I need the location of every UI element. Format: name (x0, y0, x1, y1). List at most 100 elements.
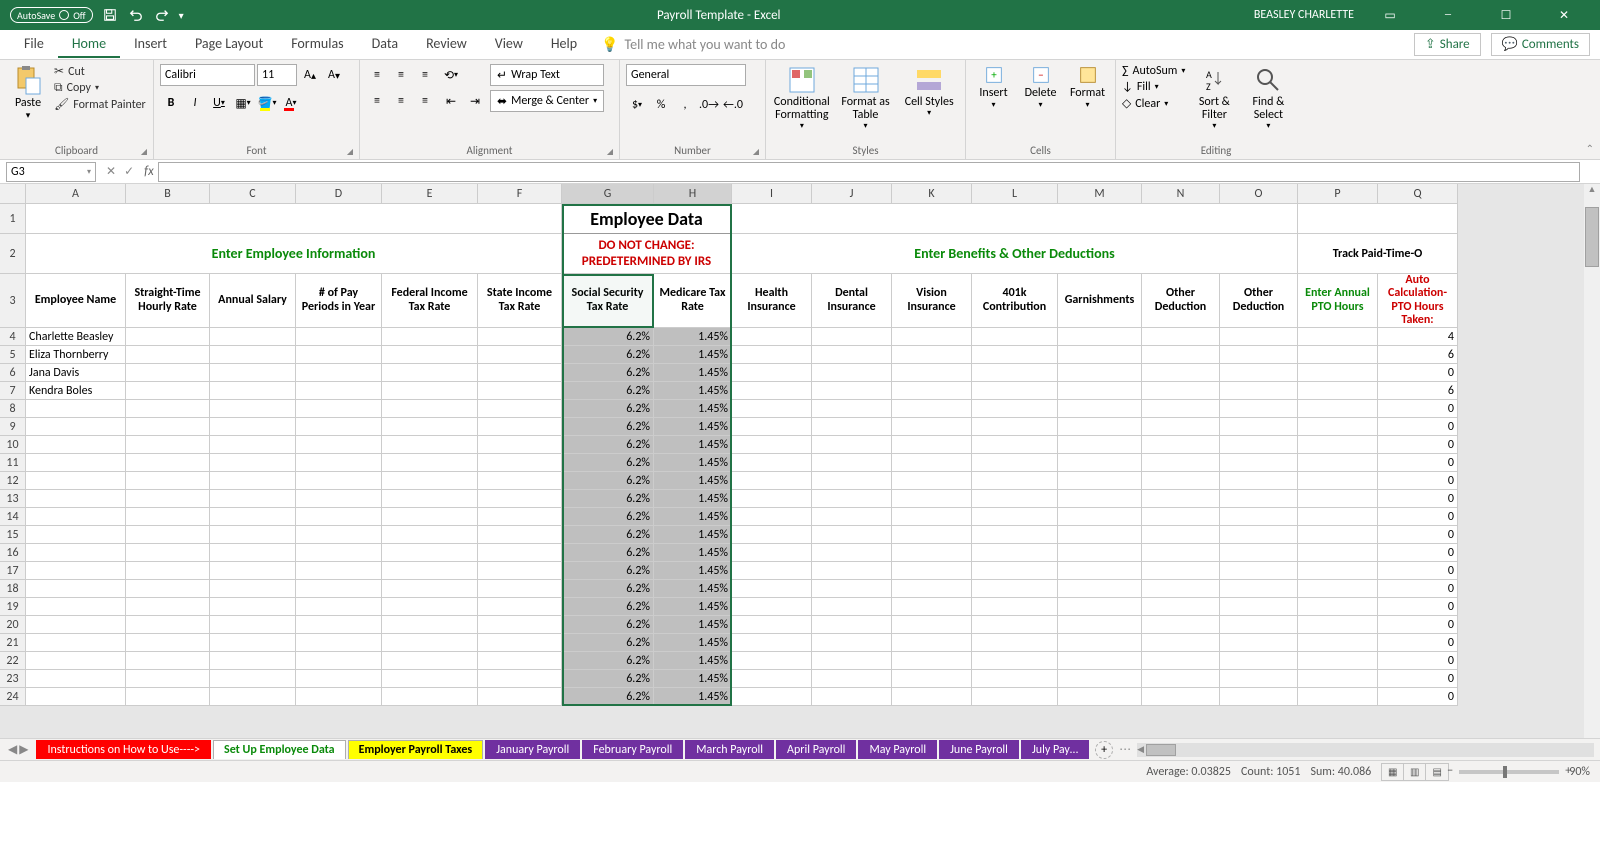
section-irs-warning[interactable]: DO NOT CHANGE: PREDETERMINED BY IRS (562, 234, 732, 274)
font-name-input[interactable] (160, 64, 255, 86)
cell[interactable] (210, 544, 296, 562)
cell[interactable] (812, 472, 892, 490)
cell[interactable] (972, 418, 1058, 436)
cell[interactable] (732, 204, 1298, 234)
cell[interactable] (382, 670, 478, 688)
row-header-12[interactable]: 12 (0, 472, 26, 490)
find-select-button[interactable]: Find & Select▾ (1243, 64, 1293, 131)
cell[interactable] (26, 634, 126, 652)
cell[interactable] (1142, 454, 1220, 472)
cell[interactable] (732, 472, 812, 490)
select-all-corner[interactable] (0, 184, 26, 204)
cell[interactable]: 1.45% (654, 616, 732, 634)
cell[interactable] (1142, 400, 1220, 418)
cell[interactable] (478, 490, 562, 508)
cell[interactable]: 6.2% (562, 652, 654, 670)
cell[interactable]: 0 (1378, 616, 1458, 634)
cell[interactable] (892, 508, 972, 526)
column-header-A[interactable]: A (26, 184, 126, 204)
page-break-view-icon[interactable]: ▤ (1426, 764, 1448, 780)
collapse-ribbon-icon[interactable]: ⌃ (1586, 142, 1594, 155)
decrease-font-icon[interactable]: A▾ (323, 64, 345, 86)
cell[interactable] (1142, 580, 1220, 598)
format-painter-button[interactable]: 🖌Format Painter (54, 97, 146, 112)
row-header-18[interactable]: 18 (0, 580, 26, 598)
cell[interactable] (732, 652, 812, 670)
row-header-3[interactable]: 3 (0, 274, 26, 328)
cell[interactable] (812, 328, 892, 346)
cell[interactable] (382, 616, 478, 634)
cell[interactable]: 0 (1378, 688, 1458, 706)
cell[interactable] (478, 508, 562, 526)
cell[interactable] (296, 616, 382, 634)
menu-data[interactable]: Data (358, 31, 412, 58)
cell[interactable] (972, 328, 1058, 346)
sheet-tab[interactable]: May Payroll (858, 740, 937, 759)
cell[interactable] (296, 490, 382, 508)
cell[interactable] (26, 616, 126, 634)
cell[interactable] (972, 652, 1058, 670)
cell[interactable] (812, 364, 892, 382)
cell[interactable] (1298, 436, 1378, 454)
cell[interactable] (1220, 652, 1298, 670)
cell[interactable] (892, 382, 972, 400)
cell[interactable]: 4 (1378, 328, 1458, 346)
cell[interactable] (1058, 400, 1142, 418)
cell[interactable]: 0 (1378, 652, 1458, 670)
cell[interactable] (1220, 580, 1298, 598)
orientation-icon[interactable]: ⟲▾ (440, 64, 462, 86)
cell[interactable]: 6.2% (562, 508, 654, 526)
cell[interactable] (1058, 670, 1142, 688)
cell[interactable] (126, 544, 210, 562)
cell[interactable] (972, 364, 1058, 382)
cell[interactable] (972, 490, 1058, 508)
autosave-toggle[interactable]: AutoSave Off (10, 7, 93, 23)
cell[interactable] (812, 688, 892, 706)
cell[interactable] (972, 508, 1058, 526)
cell[interactable] (296, 598, 382, 616)
cell[interactable]: 0 (1378, 364, 1458, 382)
format-as-table-button[interactable]: Format as Table▾ (836, 64, 896, 131)
percent-format-icon[interactable]: % (650, 94, 672, 116)
cell[interactable]: 1.45% (654, 418, 732, 436)
cell[interactable] (210, 490, 296, 508)
row-header-6[interactable]: 6 (0, 364, 26, 382)
cell[interactable] (210, 508, 296, 526)
cell[interactable] (972, 526, 1058, 544)
sheet-tab[interactable]: Instructions on How to Use----> (36, 740, 211, 759)
cell[interactable]: 1.45% (654, 382, 732, 400)
cell[interactable]: 6.2% (562, 634, 654, 652)
cell[interactable]: 0 (1378, 400, 1458, 418)
cell[interactable] (126, 580, 210, 598)
decrease-indent-icon[interactable]: ⇤ (440, 90, 462, 112)
cell[interactable] (126, 688, 210, 706)
cell[interactable] (478, 418, 562, 436)
cell[interactable] (1220, 346, 1298, 364)
cell[interactable] (892, 544, 972, 562)
row-header-21[interactable]: 21 (0, 634, 26, 652)
cell[interactable]: Charlette Beasley (26, 328, 126, 346)
cell[interactable] (478, 562, 562, 580)
format-cells-button[interactable]: Format▾ (1066, 64, 1109, 110)
menu-home[interactable]: Home (58, 31, 120, 58)
cell[interactable] (126, 346, 210, 364)
cell[interactable] (1142, 526, 1220, 544)
cell[interactable] (732, 544, 812, 562)
cell[interactable] (972, 400, 1058, 418)
sheet-tab[interactable]: April Payroll (776, 740, 856, 759)
cell[interactable] (1220, 598, 1298, 616)
sheet-tab[interactable]: February Payroll (582, 740, 683, 759)
comma-format-icon[interactable]: , (674, 94, 696, 116)
cell[interactable]: 6.2% (562, 418, 654, 436)
cell[interactable] (892, 562, 972, 580)
cell[interactable]: 1.45% (654, 598, 732, 616)
cell[interactable] (296, 418, 382, 436)
row-header-16[interactable]: 16 (0, 544, 26, 562)
row-header-5[interactable]: 5 (0, 346, 26, 364)
cell[interactable]: 6.2% (562, 562, 654, 580)
cell[interactable] (210, 472, 296, 490)
cell[interactable] (1142, 418, 1220, 436)
cell[interactable] (210, 634, 296, 652)
title-employee-data[interactable]: Employee Data (562, 204, 732, 234)
cell[interactable] (732, 382, 812, 400)
